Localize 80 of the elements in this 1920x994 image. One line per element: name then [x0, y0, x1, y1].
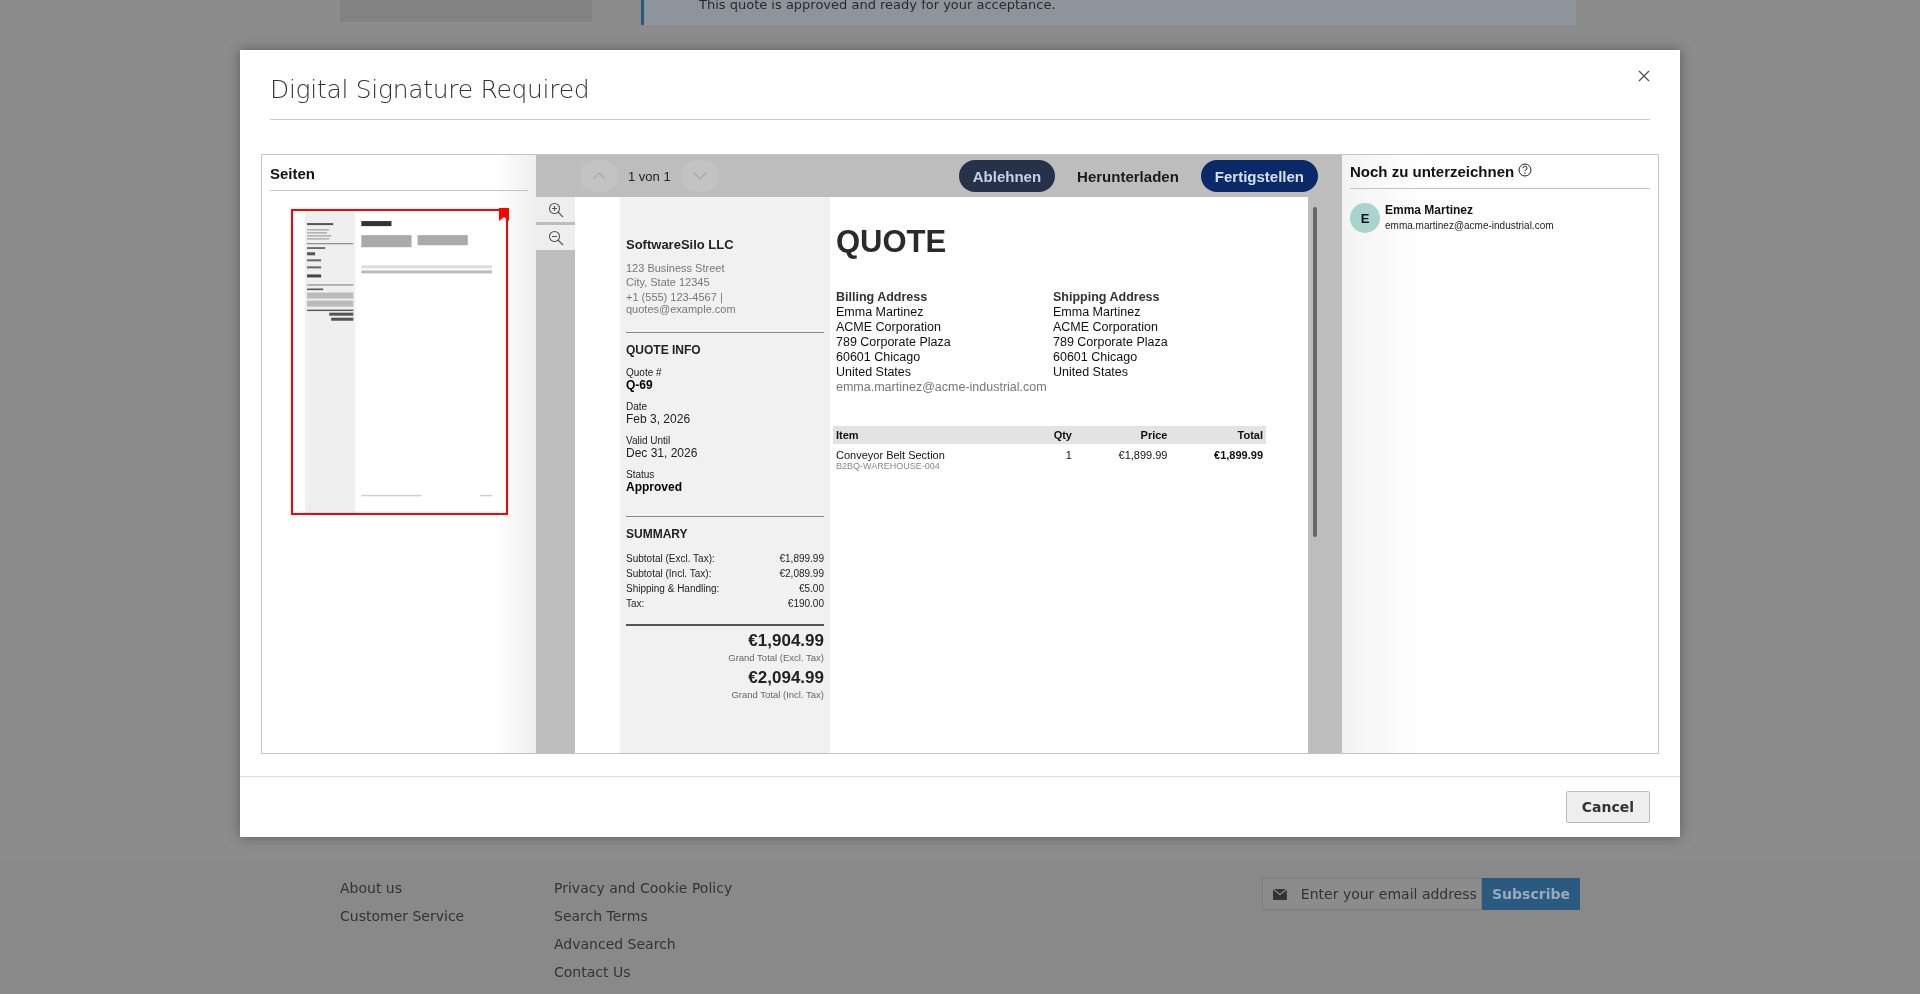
info-label: Quote #	[626, 367, 663, 378]
info-label: Date	[626, 401, 649, 412]
item-sku: B2BQ-WAREHOUSE-004	[836, 461, 941, 471]
summary-label: Shipping & Handling:	[626, 582, 720, 596]
footer-link[interactable]: Contact Us	[554, 962, 768, 983]
chevron-up-icon	[592, 172, 606, 180]
section-heading: SUMMARY	[626, 527, 689, 541]
column-header: Qty	[1032, 426, 1075, 444]
summary-value: €190.00	[787, 597, 824, 611]
help-icon[interactable]	[1518, 163, 1533, 177]
table-cell: €1,899.99	[1214, 449, 1263, 461]
summary-value: €2,089.99	[779, 567, 824, 581]
info-value: Dec 31, 2026	[626, 446, 699, 460]
company-contact-line: +1 (555) 123-4567 |	[626, 291, 724, 303]
zoom-out-button[interactable]	[536, 225, 575, 250]
footer-link[interactable]: Search Terms	[554, 906, 768, 927]
scrollbar[interactable]	[1313, 207, 1317, 537]
chevron-down-icon	[692, 172, 707, 180]
info-value: Q-69	[626, 378, 654, 392]
info-label: Status	[626, 469, 656, 480]
company-name: SoftwareSilo LLC	[626, 237, 735, 252]
zoom-out-icon	[547, 229, 564, 246]
column-header: Total	[1170, 426, 1266, 444]
notice-text: This quote is approved and ready for your acceptance.	[699, 0, 1056, 12]
address-line: United States	[1053, 365, 1130, 380]
address-line: Emma Martinez	[836, 305, 925, 320]
column-header: Price	[1074, 426, 1171, 444]
info-value: Feb 3, 2026	[626, 412, 692, 426]
footer-link[interactable]: Customer Service	[340, 906, 554, 927]
info-label: Valid Until	[626, 435, 672, 446]
column-header: Item	[833, 426, 1033, 444]
signer-email: emma.martinez@acme-industrial.com	[1385, 220, 1554, 231]
address-line: 60601 Chicago	[836, 350, 922, 365]
company-address-line: City, State 12345	[626, 275, 711, 289]
table-cell: €1,899.99	[1118, 449, 1168, 461]
address-line: 789 Corporate Plaza	[836, 335, 952, 350]
address-line: United States	[836, 365, 913, 380]
email-field[interactable]: Enter your email address	[1262, 878, 1482, 910]
grand-total-label: Grand Total (Incl. Tax)	[730, 689, 824, 700]
item-name: Conveyor Belt Section	[836, 449, 946, 461]
address-line: ACME Corporation	[1053, 320, 1159, 335]
summary-label: Subtotal (Incl. Tax):	[626, 567, 712, 581]
grand-total-amount: €1,904.99	[747, 630, 824, 652]
footer-link[interactable]: Advanced Search	[554, 934, 768, 955]
summary-value: €5.00	[798, 582, 824, 596]
address-email: emma.martinez@acme-industrial.com	[836, 380, 1048, 395]
grand-total-label: Grand Total (Excl. Tax)	[727, 652, 824, 663]
cancel-button[interactable]: Cancel	[1565, 791, 1650, 823]
subscribe-button[interactable]: Subscribe	[1482, 878, 1580, 910]
info-value: Approved	[626, 480, 683, 494]
address-heading: Shipping Address	[1053, 290, 1161, 305]
toolbar-button[interactable]: Ablehnen	[958, 160, 1056, 192]
panel-title: Noch zu unterzeichnen	[1350, 163, 1515, 180]
toolbar-button[interactable]: Herunterladen	[1063, 160, 1193, 192]
panel-title: Seiten	[270, 165, 528, 191]
signer-avatar: E	[1350, 203, 1380, 233]
footer-link[interactable]: About us	[340, 878, 554, 899]
address-heading: Billing Address	[836, 290, 929, 305]
address-line: Emma Martinez	[1053, 305, 1142, 320]
zoom-in-button[interactable]	[536, 197, 575, 222]
summary-value: €1,899.99	[779, 552, 824, 566]
page-counter: 1 von 1	[628, 168, 671, 184]
table-cell: 1	[1065, 449, 1072, 461]
section-heading: QUOTE INFO	[626, 343, 702, 357]
toolbar-button[interactable]: Fertigstellen	[1200, 160, 1318, 192]
summary-label: Tax:	[626, 597, 645, 611]
modal-title: Digital Signature Required	[270, 74, 590, 104]
address-line: 789 Corporate Plaza	[1053, 335, 1169, 350]
signer-name: Emma Martinez	[1385, 203, 1475, 217]
envelope-icon	[1273, 888, 1287, 900]
address-line: 60601 Chicago	[1053, 350, 1139, 365]
footer-link[interactable]: Privacy and Cookie Policy	[554, 878, 768, 899]
company-contact-line: quotes@example.com	[626, 303, 737, 315]
zoom-in-icon	[547, 201, 564, 218]
document-title: QUOTE	[836, 224, 948, 260]
address-line: ACME Corporation	[836, 320, 942, 335]
summary-label: Subtotal (Excl. Tax):	[626, 552, 715, 566]
grand-total-amount: €2,094.99	[747, 667, 824, 689]
company-address-line: 123 Business Street	[626, 261, 726, 275]
close-icon[interactable]	[1638, 70, 1650, 82]
